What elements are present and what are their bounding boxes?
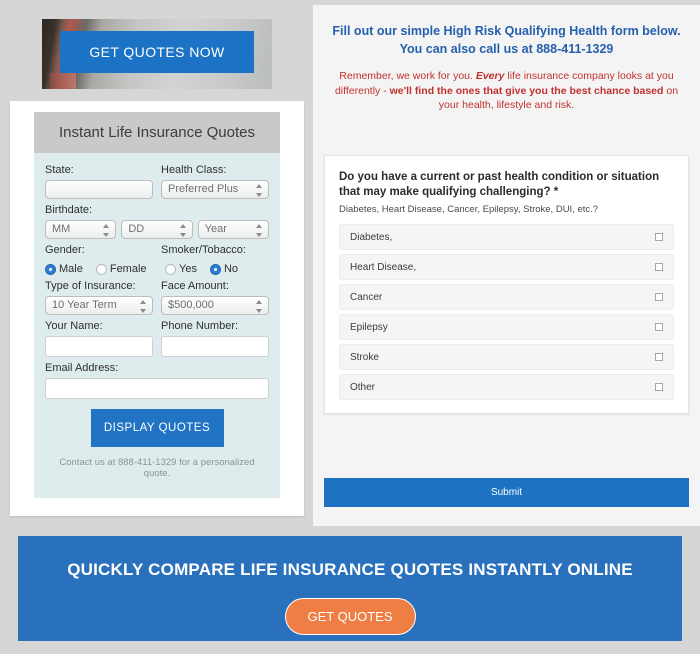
condition-label: Epilepsy [350,321,388,333]
instant-quote-card: Instant Life Insurance Quotes State: Hea… [10,101,304,516]
phone-number-input[interactable] [161,336,269,357]
radio-icon [209,263,221,275]
bottom-promo-banner: QUICKLY COMPARE LIFE INSURANCE QUOTES IN… [18,536,682,641]
condition-row-cancer[interactable]: Cancer [339,284,674,310]
state-label: State: [45,164,74,176]
birth-day-value: DD [128,223,145,235]
birth-year-select[interactable]: Year [197,220,269,239]
conditions-list: Diabetes, Heart Disease, Cancer Epilepsy… [339,224,674,400]
condition-label: Cancer [350,291,383,303]
email-address-input[interactable] [45,378,269,399]
gender-option-male-label: Male [59,263,83,275]
condition-label: Other [350,381,376,393]
stepper-arrows-icon [179,224,187,237]
birth-day-select[interactable]: DD [121,220,193,239]
your-name-label: Your Name: [45,320,103,332]
stepper-arrows-icon [103,224,110,237]
health-class-value: Preferred Plus [168,183,239,195]
your-name-input[interactable] [45,336,153,357]
face-amount-label: Face Amount: [161,280,229,292]
panel-subheadline: Remember, we work for you. Every life in… [313,58,700,113]
health-class-label: Health Class: [161,164,227,176]
checkbox-icon[interactable] [655,293,663,301]
name-phone-fields [45,336,269,357]
state-healthclass-labels: State: Health Class: [45,159,269,180]
checkbox-icon[interactable] [655,233,663,241]
panel-headline: Fill out our simple High Risk Qualifying… [313,5,700,58]
stepper-arrows-icon [256,184,263,197]
radio-icon [95,263,107,275]
checkbox-icon[interactable] [655,383,663,391]
quote-form-body: State: Health Class: Preferred Plus Birt… [34,153,280,498]
name-phone-labels: Your Name: Phone Number: [45,315,269,336]
type-of-insurance-label: Type of Insurance: [45,280,136,292]
gender-option-male[interactable]: Male [45,263,83,275]
birthdate-label: Birthdate: [45,204,93,216]
checkbox-icon[interactable] [655,353,663,361]
stepper-arrows-icon [256,300,263,313]
condition-row-other[interactable]: Other [339,374,674,400]
smoker-radio-group: Yes No [165,263,269,275]
type-of-insurance-value: 10 Year Term [52,299,117,311]
email-address-label: Email Address: [45,362,119,374]
face-amount-value: $500,000 [168,299,214,311]
high-risk-form-panel: Fill out our simple High Risk Qualifying… [313,5,700,526]
birth-month-select[interactable]: MM [45,220,117,239]
radio-icon [165,263,176,275]
checkbox-icon[interactable] [655,263,663,271]
birth-month-value: MM [52,223,71,235]
contact-note: Contact us at 888-411-1329 for a persona… [59,457,255,479]
quote-card-title: Instant Life Insurance Quotes [34,112,280,153]
get-quotes-button[interactable]: GET QUOTES [284,598,416,635]
condition-label: Diabetes, [350,231,393,243]
checkbox-icon[interactable] [655,323,663,331]
smoker-option-yes[interactable]: Yes [165,263,197,275]
condition-row-heart-disease[interactable]: Heart Disease, [339,254,674,280]
insurance-face-fields: 10 Year Term $500,000 [45,296,269,315]
gender-option-female-label: Female [109,263,147,275]
headline-phone: 888-411-1329 [536,42,614,56]
subhead-emphasis-every: Every [475,70,505,82]
condition-row-stroke[interactable]: Stroke [339,344,674,370]
subhead-bold-phrase: we'll find the ones that give you the be… [389,84,664,97]
subhead-part-1: Remember, we work for you. [339,70,476,82]
health-class-select[interactable]: Preferred Plus [161,180,269,199]
radio-icon [45,263,56,275]
health-question-card: Do you have a current or past health con… [324,155,689,414]
health-question-subtitle: Diabetes, Heart Disease, Cancer, Epileps… [339,204,599,215]
face-amount-select[interactable]: $500,000 [161,296,269,315]
headline-line-1: Fill out our simple High Risk Qualifying… [332,24,681,38]
stepper-arrows-icon [255,224,263,237]
get-quotes-now-button[interactable]: GET QUOTES NOW [60,31,254,73]
health-question-title: Do you have a current or past health con… [339,171,660,198]
submit-button[interactable]: Submit [324,478,689,507]
birth-year-value: Year [204,223,227,235]
left-column: GET QUOTES NOW Instant Life Insurance Qu… [0,0,313,525]
smoker-option-no[interactable]: No [209,263,239,275]
smoker-option-no-label: No [223,263,239,275]
condition-label: Stroke [350,351,379,363]
condition-row-epilepsy[interactable]: Epilepsy [339,314,674,340]
condition-label: Heart Disease, [350,261,417,273]
hero-banner: GET QUOTES NOW [42,19,272,89]
state-select[interactable] [45,180,153,199]
headline-line-2-prefix: You can also call us at [399,42,537,56]
phone-number-label: Phone Number: [161,320,239,332]
birthdate-fields: MM DD Year [45,220,269,239]
gender-smoker-radios: Male Female Yes No [45,260,269,275]
smoker-label: Smoker/Tobacco: [161,244,246,256]
smoker-option-yes-label: Yes [179,263,197,275]
condition-row-diabetes[interactable]: Diabetes, [339,224,674,250]
gender-radio-group: Male Female [45,263,157,275]
state-healthclass-fields: Preferred Plus [45,180,269,199]
gender-smoker-labels: Gender: Smoker/Tobacco: [45,239,269,260]
gender-option-female[interactable]: Female [95,263,147,275]
gender-label: Gender: [45,244,85,256]
banner-title: QUICKLY COMPARE LIFE INSURANCE QUOTES IN… [67,560,633,579]
insurance-face-labels: Type of Insurance: Face Amount: [45,275,269,296]
stepper-arrows-icon [140,300,147,313]
type-of-insurance-select[interactable]: 10 Year Term [45,296,153,315]
display-quotes-button[interactable]: DISPLAY QUOTES [90,409,224,447]
